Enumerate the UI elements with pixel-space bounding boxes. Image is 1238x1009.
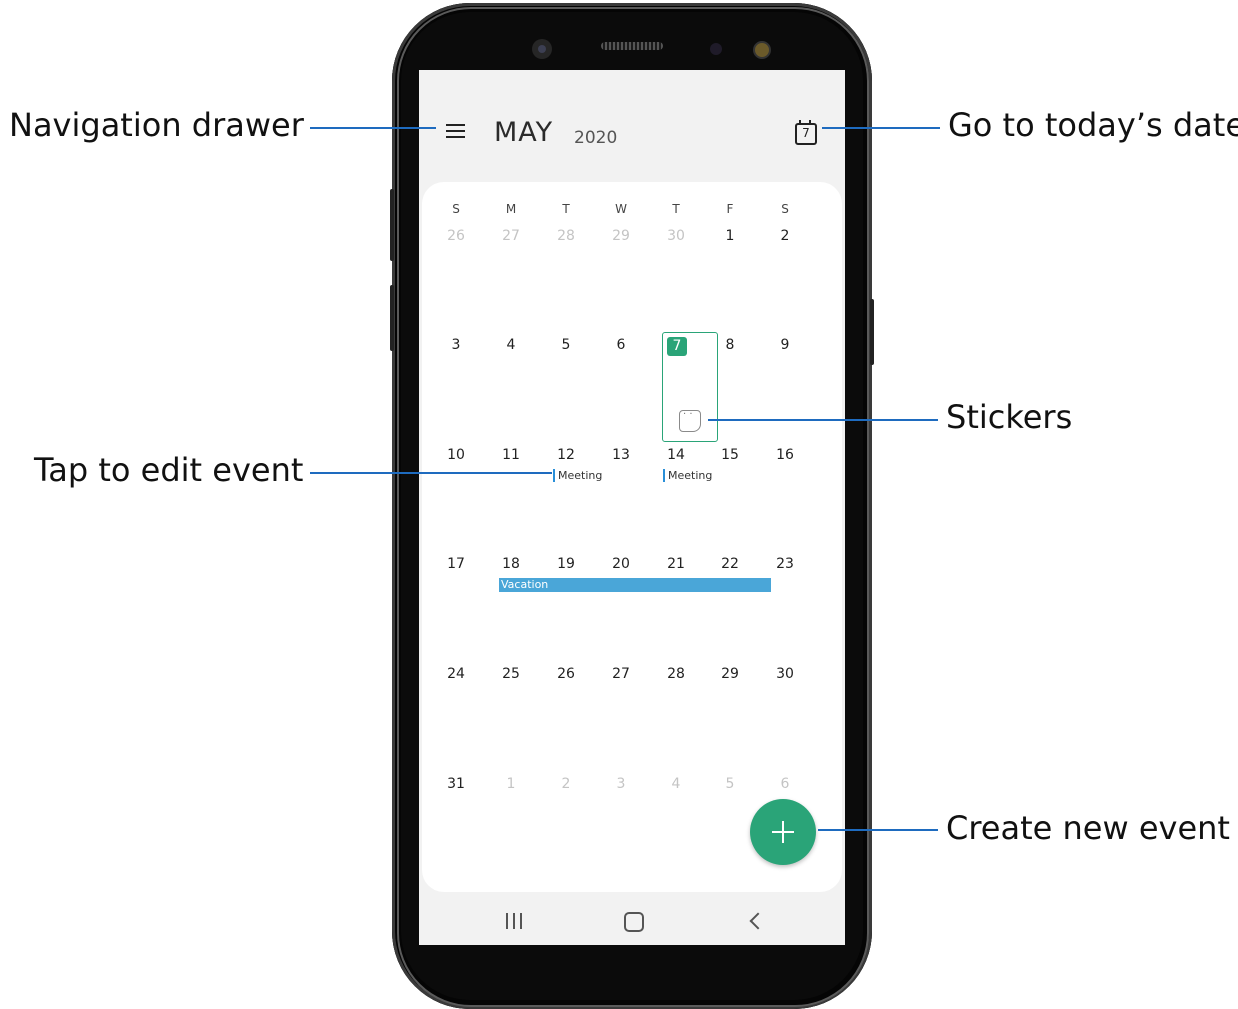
day-cell[interactable]: 5: [549, 337, 583, 353]
day-cell[interactable]: 12: [549, 447, 583, 463]
front-flash-icon: [753, 41, 771, 59]
create-event-button[interactable]: [750, 799, 816, 865]
callout-navigation-drawer: Navigation drawer: [9, 106, 304, 144]
day-cell[interactable]: 5: [713, 776, 747, 792]
day-cell[interactable]: 4: [494, 337, 528, 353]
day-cell[interactable]: 2: [549, 776, 583, 792]
day-cell[interactable]: 4: [659, 776, 693, 792]
year-label[interactable]: 2020: [574, 128, 617, 148]
callout-line: [310, 472, 552, 474]
day-cell[interactable]: 1: [713, 228, 747, 244]
day-cell[interactable]: 26: [549, 666, 583, 682]
day-cell[interactable]: 19: [549, 556, 583, 572]
day-cell[interactable]: 31: [439, 776, 473, 792]
volume-up-button: [390, 189, 394, 261]
sticker-icon[interactable]: [679, 409, 701, 432]
callout-line: [708, 419, 938, 421]
day-cell[interactable]: 8: [713, 337, 747, 353]
phone-device: MAY 2020 7 S M T W T F S 26 27 28 29 30 …: [390, 3, 874, 1009]
callout-tap-to-edit: Tap to edit event: [34, 451, 304, 489]
day-cell[interactable]: 14: [659, 447, 693, 463]
weekday-header: S: [452, 202, 460, 216]
day-cell[interactable]: 17: [439, 556, 473, 572]
day-cell[interactable]: 15: [713, 447, 747, 463]
month-grid: S M T W T F S 26 27 28 29 30 1 2 3 4 5 6…: [422, 182, 842, 892]
home-icon[interactable]: [624, 912, 644, 932]
callout-create-new-event: Create new event: [946, 809, 1230, 847]
weekday-header: W: [615, 202, 627, 216]
volume-down-button: [390, 285, 394, 351]
day-cell[interactable]: 29: [604, 228, 638, 244]
weekday-header: F: [726, 202, 734, 216]
day-cell[interactable]: 1: [494, 776, 528, 792]
back-icon[interactable]: [748, 912, 762, 930]
power-button: [870, 299, 874, 365]
vacation-event-bar[interactable]: Vacation: [499, 578, 771, 592]
day-cell[interactable]: 6: [604, 337, 638, 353]
callout-line: [310, 127, 436, 129]
day-cell[interactable]: 10: [439, 447, 473, 463]
day-cell[interactable]: 27: [494, 228, 528, 244]
day-cell[interactable]: 3: [604, 776, 638, 792]
day-cell[interactable]: 27: [604, 666, 638, 682]
day-cell[interactable]: 21: [659, 556, 693, 572]
callout-go-to-today: Go to today’s date: [948, 106, 1238, 144]
recent-apps-icon[interactable]: [505, 913, 523, 929]
day-cell[interactable]: 13: [604, 447, 638, 463]
weekday-header: S: [781, 202, 789, 216]
day-cell[interactable]: 20: [604, 556, 638, 572]
day-cell[interactable]: 25: [494, 666, 528, 682]
day-cell[interactable]: 29: [713, 666, 747, 682]
day-cell[interactable]: 18: [494, 556, 528, 572]
calendar-today-icon[interactable]: 7: [795, 120, 817, 145]
day-cell[interactable]: 30: [659, 228, 693, 244]
day-cell[interactable]: 28: [549, 228, 583, 244]
day-cell[interactable]: 3: [439, 337, 473, 353]
month-label[interactable]: MAY: [494, 117, 553, 148]
weekday-header: M: [505, 202, 517, 216]
hamburger-menu-icon[interactable]: [446, 122, 466, 140]
today-date-badge[interactable]: 7: [667, 337, 687, 356]
meeting-event[interactable]: Meeting: [553, 469, 602, 482]
day-cell[interactable]: 24: [439, 666, 473, 682]
weekday-header: T: [562, 202, 570, 216]
screen: MAY 2020 7 S M T W T F S 26 27 28 29 30 …: [419, 70, 845, 945]
weekday-header: T: [672, 202, 680, 216]
day-cell[interactable]: 6: [768, 776, 802, 792]
today-icon-number: 7: [802, 126, 810, 140]
day-cell[interactable]: 23: [768, 556, 802, 572]
day-cell[interactable]: 16: [768, 447, 802, 463]
day-cell[interactable]: 2: [768, 228, 802, 244]
callout-stickers: Stickers: [946, 398, 1073, 436]
callout-line: [822, 127, 940, 129]
front-camera-icon: [532, 39, 552, 59]
proximity-sensor-icon: [710, 43, 722, 55]
meeting-event[interactable]: Meeting: [663, 469, 712, 482]
day-cell[interactable]: 30: [768, 666, 802, 682]
day-cell[interactable]: 11: [494, 447, 528, 463]
callout-line: [818, 829, 938, 831]
day-cell[interactable]: 9: [768, 337, 802, 353]
system-nav-bar: [419, 892, 845, 945]
earpiece-speaker: [601, 42, 663, 50]
plus-icon-vertical: [782, 821, 784, 843]
day-cell[interactable]: 28: [659, 666, 693, 682]
day-cell[interactable]: 22: [713, 556, 747, 572]
day-cell[interactable]: 26: [439, 228, 473, 244]
